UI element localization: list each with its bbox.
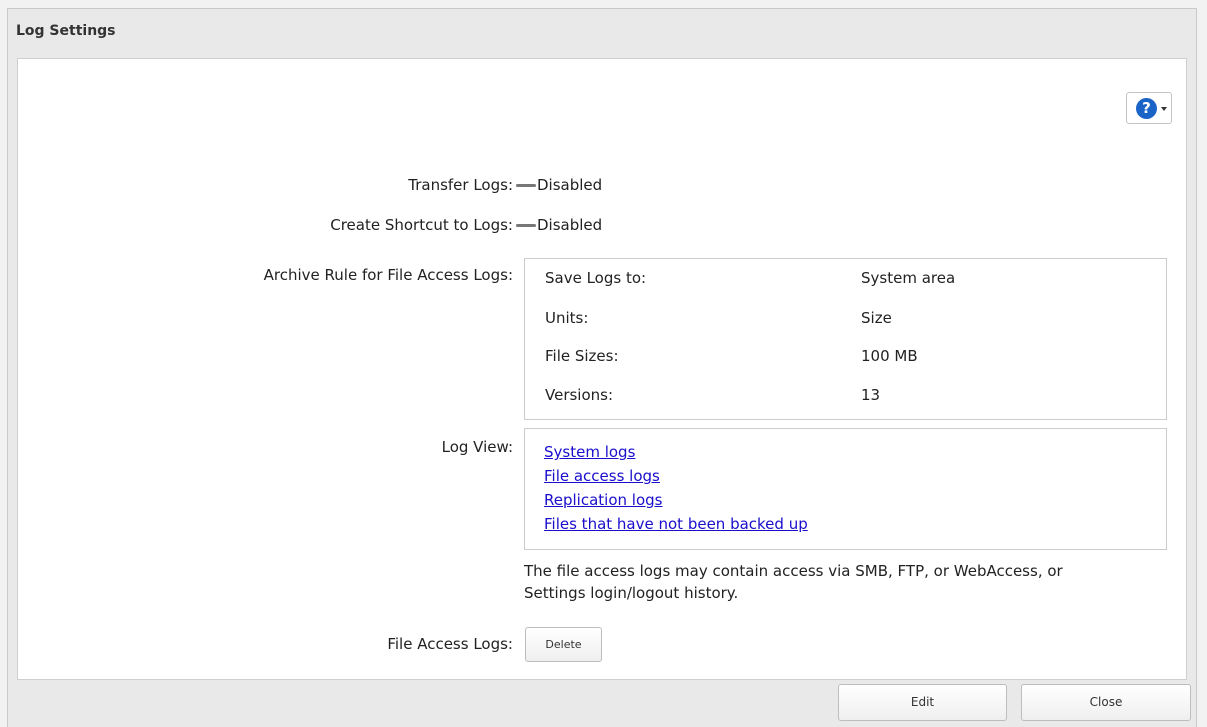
units-key: Units:: [545, 309, 589, 327]
create-shortcut-value: Disabled: [537, 216, 603, 234]
versions-value: 13: [861, 386, 881, 404]
note-line-1: The file access logs may contain access …: [524, 562, 1063, 580]
system-logs-link[interactable]: System logs: [544, 443, 635, 461]
file-sizes-value: 100 MB: [861, 347, 918, 365]
file-sizes-key: File Sizes:: [545, 347, 619, 365]
save-logs-key: Save Logs to:: [545, 269, 647, 287]
versions-key: Versions:: [545, 386, 614, 404]
transfer-logs-status: Disabled: [516, 176, 602, 194]
log-view-box: System logs File access logs Replication…: [524, 428, 1167, 550]
delete-button[interactable]: Delete: [525, 627, 602, 662]
save-logs-value: System area: [861, 269, 956, 287]
transfer-logs-value: Disabled: [537, 176, 603, 194]
settings-panel: ? Transfer Logs: Disabled Create Shortcu…: [17, 58, 1187, 680]
create-shortcut-status: Disabled: [516, 216, 602, 234]
archive-rule-box: Save Logs to: System area Units: Size Fi…: [524, 258, 1167, 420]
note-line-2: Settings login/logout history.: [524, 584, 739, 602]
transfer-logs-label: Transfer Logs:: [408, 176, 513, 194]
file-access-logs-link[interactable]: File access logs: [544, 467, 660, 485]
archive-rule-label: Archive Rule for File Access Logs:: [263, 266, 513, 284]
help-circle-icon: ?: [1136, 98, 1157, 119]
log-settings-dialog: Log Settings ? Transfer Logs: Disabled C…: [7, 8, 1197, 727]
log-view-label: Log View:: [441, 438, 513, 456]
close-button[interactable]: Close: [1021, 684, 1191, 721]
file-access-logs-label: File Access Logs:: [387, 635, 513, 653]
caret-down-icon: [1161, 107, 1167, 111]
file-access-logs-note: The file access logs may contain access …: [524, 560, 1184, 604]
dialog-title: Log Settings: [16, 23, 116, 39]
help-dropdown-button[interactable]: ?: [1126, 92, 1172, 124]
units-value: Size: [861, 309, 892, 327]
replication-logs-link[interactable]: Replication logs: [544, 491, 662, 509]
create-shortcut-label: Create Shortcut to Logs:: [330, 216, 513, 234]
edit-button[interactable]: Edit: [838, 684, 1007, 721]
not-backed-up-files-link[interactable]: Files that have not been backed up: [544, 515, 808, 533]
disabled-dash-icon: [516, 183, 536, 187]
disabled-dash-icon: [516, 223, 536, 227]
